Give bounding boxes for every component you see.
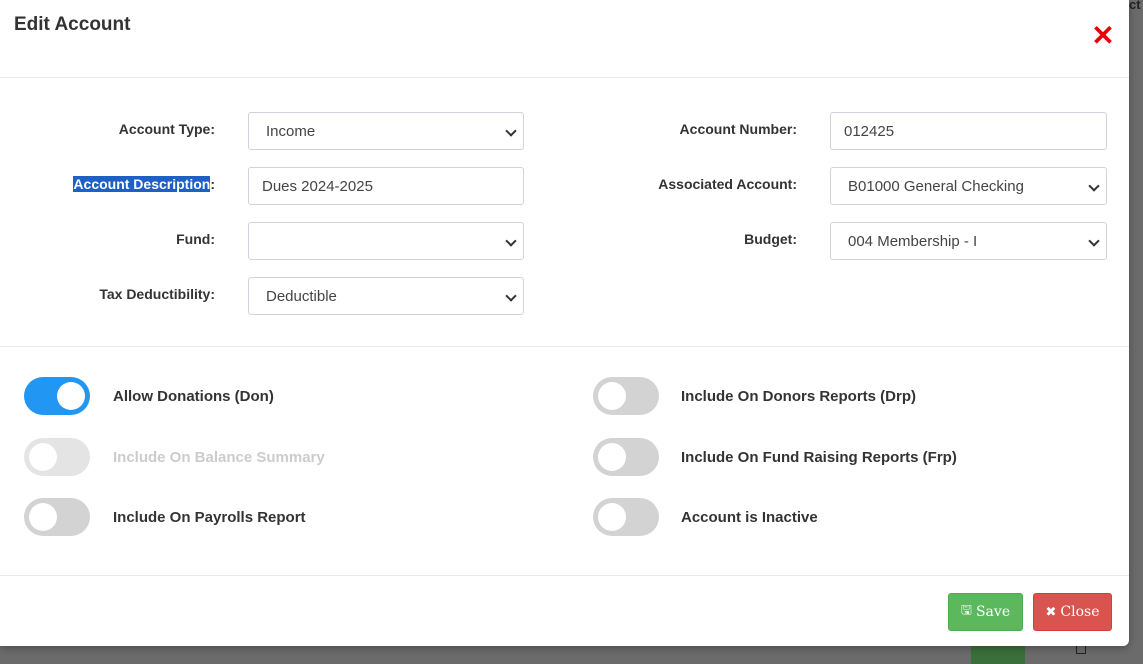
close-label: Close [1060, 604, 1100, 620]
account-number-input[interactable]: 012425 [830, 112, 1107, 150]
budget-select[interactable]: 004 Membership - I [830, 222, 1107, 260]
floppy-icon: 🖫 [960, 603, 972, 618]
allow-donations-toggle[interactable] [24, 377, 90, 415]
account-type-value: Income [266, 122, 316, 140]
modal-title: Edit Account [14, 14, 131, 35]
payrolls-report-label: Include On Payrolls Report [113, 509, 306, 526]
account-description-input[interactable]: Dues 2024-2025 [248, 167, 524, 205]
fund-select[interactable] [248, 222, 524, 260]
associated-account-value: B01000 General Checking [848, 177, 1024, 195]
account-type-label: Account Type: [118, 121, 215, 137]
account-description-value: Dues 2024-2025 [262, 177, 373, 195]
modal-header: Edit Account ✕ [0, 0, 1129, 78]
account-form: Account Type: Income Account Description… [0, 78, 1129, 347]
payrolls-report-toggle[interactable] [24, 498, 90, 536]
fund-label: Fund: [176, 231, 215, 247]
toggle-knob [29, 503, 57, 531]
account-description-label-text: Account Description [73, 176, 211, 192]
account-inactive-toggle[interactable] [593, 498, 659, 536]
account-number-label: Account Number: [679, 121, 797, 137]
toggle-section: Allow Donations (Don) Include On Balance… [0, 347, 1129, 576]
account-description-label: Account Description: [73, 176, 215, 192]
allow-donations-label: Allow Donations (Don) [113, 388, 274, 405]
associated-account-label: Associated Account: [658, 176, 797, 192]
background-text-fragment: ct [1129, 0, 1141, 10]
tax-deductibility-label: Tax Deductibility: [99, 286, 215, 302]
fund-raising-reports-label: Include On Fund Raising Reports (Frp) [681, 449, 957, 466]
tax-deductibility-select[interactable]: Deductible [248, 277, 524, 315]
account-number-value: 012425 [844, 122, 895, 140]
toggle-knob [598, 503, 626, 531]
background-button [971, 646, 1025, 664]
save-label: Save [975, 604, 1011, 620]
tax-deductibility-value: Deductible [266, 287, 337, 305]
associated-account-select[interactable]: B01000 General Checking [830, 167, 1107, 205]
balance-summary-toggle [24, 438, 90, 476]
x-icon: ✖ [1045, 604, 1057, 620]
donors-reports-toggle[interactable] [593, 377, 659, 415]
balance-summary-label: Include On Balance Summary [113, 449, 325, 466]
toggle-knob [29, 443, 57, 471]
save-button[interactable]: 🖫 Save [948, 593, 1023, 631]
fund-raising-reports-toggle[interactable] [593, 438, 659, 476]
close-icon[interactable]: ✕ [1091, 22, 1115, 50]
toggle-knob [598, 382, 626, 410]
toggle-knob [57, 382, 85, 410]
edit-account-modal: Edit Account ✕ Account Type: Income Acco… [0, 0, 1129, 646]
budget-value: 004 Membership - I [848, 232, 978, 250]
budget-label: Budget: [744, 231, 797, 247]
toggle-knob [598, 443, 626, 471]
donors-reports-label: Include On Donors Reports (Drp) [681, 388, 917, 405]
account-description-label-suffix: : [210, 176, 215, 192]
close-button[interactable]: ✖ Close [1033, 593, 1112, 631]
background-icon [1076, 646, 1086, 654]
account-type-select[interactable]: Income [248, 112, 524, 150]
account-inactive-label: Account is Inactive [681, 509, 818, 526]
